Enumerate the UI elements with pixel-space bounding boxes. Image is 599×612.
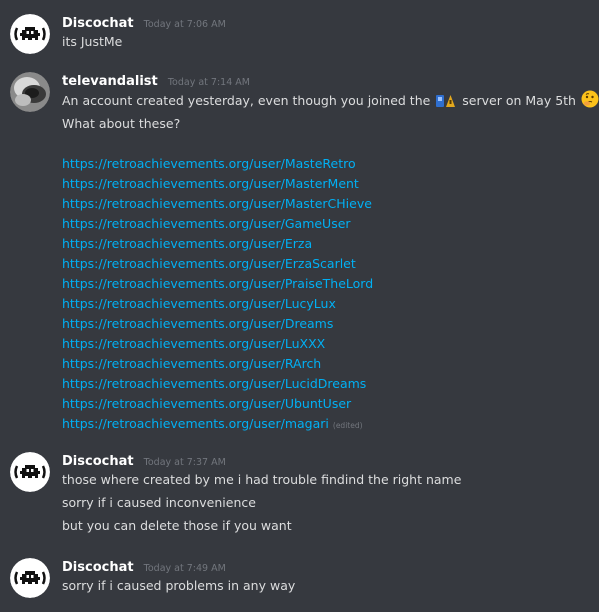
avatar[interactable] xyxy=(10,14,50,54)
username[interactable]: Discochat xyxy=(62,560,134,575)
avatar[interactable] xyxy=(10,452,50,492)
retroachievements-logo-icon xyxy=(10,452,50,492)
timestamp: Today at 7:14 AM xyxy=(167,77,250,88)
message-text: What about these? xyxy=(62,116,181,131)
timestamp: Today at 7:06 AM xyxy=(143,19,226,30)
message-text-part: server on May 5th xyxy=(462,93,576,108)
retroachievements-logo-icon xyxy=(10,558,50,598)
user-link[interactable]: https://retroachievements.org/user/ErzaS… xyxy=(62,256,356,271)
user-link[interactable]: https://retroachievements.org/user/Maste… xyxy=(62,176,359,191)
ra-server-emoji-icon xyxy=(435,94,457,114)
message-text-part: An account created yesterday, even thoug… xyxy=(62,93,431,108)
retroachievements-logo-icon xyxy=(10,14,50,54)
user-link[interactable]: https://retroachievements.org/user/Ubunt… xyxy=(62,396,351,411)
message-text: those where created by me i had trouble … xyxy=(62,472,462,487)
timestamp: Today at 7:37 AM xyxy=(143,457,226,468)
user-link[interactable]: https://retroachievements.org/user/Erza xyxy=(62,236,312,251)
message-text: but you can delete those if you want xyxy=(62,518,292,533)
user-link[interactable]: https://retroachievements.org/user/Maste… xyxy=(62,196,372,211)
thinking-face-emoji-icon xyxy=(581,90,599,114)
user-link[interactable]: https://retroachievements.org/user/Maste… xyxy=(62,156,356,171)
user-link[interactable]: https://retroachievements.org/user/LuXXX xyxy=(62,336,325,351)
user-link[interactable]: https://retroachievements.org/user/Dream… xyxy=(62,316,333,331)
message-text: its JustMe xyxy=(62,34,123,49)
message-text: sorry if i caused problems in any way xyxy=(62,578,296,593)
edited-label: (edited) xyxy=(332,421,363,430)
message-text: An account created yesterday, even thoug… xyxy=(62,90,599,114)
avatar[interactable] xyxy=(10,72,50,112)
timestamp: Today at 7:49 AM xyxy=(143,563,226,574)
user-link[interactable]: https://retroachievements.org/user/Lucid… xyxy=(62,376,366,391)
username[interactable]: televandalist xyxy=(62,74,158,89)
user-link[interactable]: https://retroachievements.org/user/LucyL… xyxy=(62,296,336,311)
username[interactable]: Discochat xyxy=(62,454,134,469)
user-link[interactable]: https://retroachievements.org/user/RArch xyxy=(62,356,321,371)
username[interactable]: Discochat xyxy=(62,16,134,31)
user-link[interactable]: https://retroachievements.org/user/Prais… xyxy=(62,276,373,291)
user-photo-avatar xyxy=(10,72,50,112)
avatar[interactable] xyxy=(10,558,50,598)
user-link[interactable]: https://retroachievements.org/user/GameU… xyxy=(62,216,351,231)
message-text: sorry if i caused inconvenience xyxy=(62,495,256,510)
user-link[interactable]: https://retroachievements.org/user/magar… xyxy=(62,416,329,431)
